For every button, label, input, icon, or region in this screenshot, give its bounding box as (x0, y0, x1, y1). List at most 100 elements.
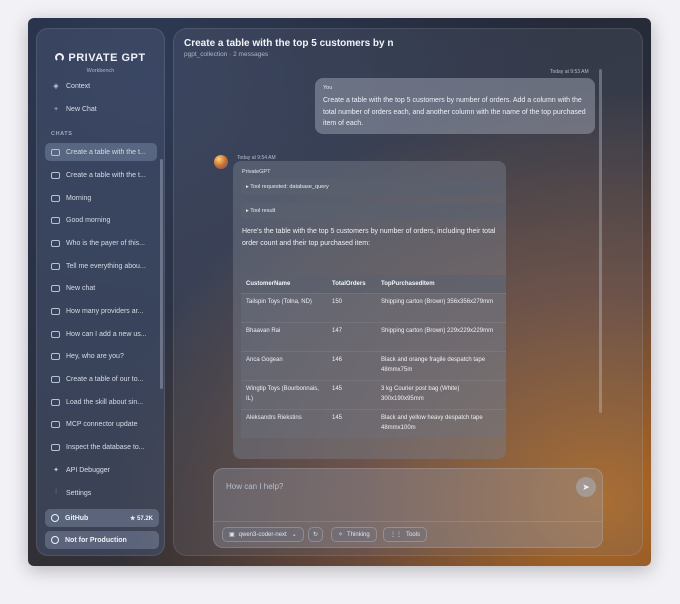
user-message-text: Create a table with the top 5 customers … (323, 97, 586, 127)
chat-bubble-icon (51, 284, 60, 292)
assistant-author: PrivateGPT (242, 169, 271, 175)
messages-scrollbar[interactable] (599, 69, 602, 413)
chat-bubble-icon (51, 443, 60, 451)
chat-bubble-icon (51, 148, 60, 156)
sliders-icon: ⫶ (55, 489, 57, 496)
nav-new-chat[interactable]: + New Chat (51, 102, 97, 116)
chat-bubble-icon (51, 307, 60, 315)
chat-item[interactable]: Inspect the database to... (45, 438, 157, 456)
message-composer[interactable]: How can I help? ➤ ▣ qwen3-coder-next ⌄ ↻… (213, 468, 603, 548)
table-cell: Aleksandrs Riekstins (241, 408, 327, 438)
chat-bubble-icon (51, 420, 60, 428)
composer-divider (214, 521, 602, 522)
page-subtitle: pgpt_collection · 2 messages (184, 51, 269, 58)
sidebar-scrollbar[interactable] (160, 159, 163, 389)
nav-settings[interactable]: ⫶ Settings (51, 486, 91, 500)
plus-icon: + (53, 105, 59, 113)
info-icon (51, 536, 59, 544)
table-cell: Anca Gogean (241, 350, 327, 380)
chat-item[interactable]: Hey, who are you? (45, 347, 157, 365)
tools-icon: ⋮⋮ (390, 532, 402, 538)
model-select[interactable]: ▣ qwen3-coder-next ⌄ (222, 527, 304, 542)
table-cell: 145 (327, 408, 376, 438)
brand-logo: PRIVATE GPT (37, 52, 164, 64)
assistant-message: PrivateGPT ▸ Tool requested: database_qu… (233, 161, 506, 459)
table-row: Bhaavan Rai 147 Shipping carton (Brown) … (241, 321, 506, 351)
refresh-icon: ↻ (313, 532, 319, 538)
chat-item[interactable]: Create a table with the t... (45, 143, 157, 161)
chat-bubble-icon (51, 171, 60, 179)
layers-icon: ◈ (53, 83, 59, 90)
chat-bubble-icon (51, 330, 60, 338)
table-row: Anca Gogean 146 Black and orange fragile… (241, 350, 506, 380)
model-icon: ▣ (229, 532, 235, 538)
table-cell: 146 (327, 350, 376, 380)
assistant-intro-text: Here's the table with the top 5 customer… (242, 228, 496, 247)
table-cell: 145 (327, 379, 376, 409)
table-cell: Wingtip Toys (Bourbonnais, IL) (241, 379, 327, 409)
chevron-down-icon: ⌄ (291, 532, 297, 538)
page-title: Create a table with the top 5 customers … (184, 38, 394, 49)
table-header-cell: TopPurchasedItem (376, 275, 506, 293)
chat-item[interactable]: Good morning (45, 211, 157, 229)
user-message: You Create a table with the top 5 custom… (315, 78, 595, 134)
table-header-cell: CustomerName (241, 275, 327, 293)
chat-bubble-icon (51, 239, 60, 247)
github-icon (51, 514, 59, 522)
chat-item[interactable]: How can I add a new us... (45, 325, 157, 343)
app-window: PRIVATE GPT Workbench ◈ Context + New Ch… (28, 18, 651, 566)
table-cell: Black and orange fragile despatch tape 4… (376, 350, 506, 380)
assistant-avatar (214, 155, 228, 169)
chat-item[interactable]: MCP connector update (45, 415, 157, 433)
table-cell: 147 (327, 321, 376, 351)
tool-result-toggle[interactable]: ▸ Tool result (241, 203, 506, 219)
sidebar: PRIVATE GPT Workbench ◈ Context + New Ch… (36, 28, 165, 556)
tools-button[interactable]: ⋮⋮ Tools (383, 527, 428, 542)
thinking-toggle[interactable]: ✧ Thinking (331, 527, 377, 542)
results-table: CustomerName TotalOrders TopPurchasedIte… (241, 275, 506, 438)
user-author: You (323, 85, 333, 91)
table-row: Wingtip Toys (Bourbonnais, IL) 145 3 kg … (241, 379, 506, 409)
chat-item[interactable]: Create a table of our to... (45, 370, 157, 388)
github-stars: ★ 57.2K (129, 515, 153, 522)
chat-bubble-icon (51, 262, 60, 270)
chat-bubble-icon (51, 194, 60, 202)
user-timestamp: Today at 9:53 AM (550, 69, 589, 75)
table-row: Aleksandrs Riekstins 145 Black and yello… (241, 408, 506, 438)
table-cell: Shipping carton (Brown) 356x356x279mm (376, 292, 506, 322)
chat-item[interactable]: Morning (45, 189, 157, 207)
send-button[interactable]: ➤ (576, 477, 596, 497)
not-for-production-badge[interactable]: Not for Production (45, 531, 159, 549)
chat-item[interactable]: Create a table with the t... (45, 166, 157, 184)
table-header-cell: TotalOrders (327, 275, 376, 293)
chat-item[interactable]: How many providers ar... (45, 302, 157, 320)
chat-item[interactable]: Load the skill about sin... (45, 393, 157, 411)
chat-item[interactable]: New chat (45, 279, 157, 297)
table-cell: 3 kg Courier post bag (White) 300x190x95… (376, 379, 506, 409)
message-input[interactable]: How can I help? (226, 482, 283, 491)
chat-item[interactable]: Tell me everything abou... (45, 257, 157, 275)
table-cell: Black and yellow heavy despatch tape 48m… (376, 408, 506, 438)
chat-panel: Create a table with the top 5 customers … (173, 28, 643, 556)
table-header-row: CustomerName TotalOrders TopPurchasedIte… (241, 275, 506, 293)
nav-api-debugger[interactable]: ✦ API Debugger (51, 463, 110, 477)
chat-bubble-icon (51, 352, 60, 360)
chat-bubble-icon (51, 375, 60, 383)
send-icon: ➤ (582, 481, 590, 492)
table-row: Tailspin Toys (Tolna, ND) 150 Shipping c… (241, 292, 506, 322)
sparkle-icon: ✧ (338, 532, 344, 538)
table-cell: 150 (327, 292, 376, 322)
chat-bubble-icon (51, 216, 60, 224)
refresh-button[interactable]: ↻ (308, 527, 324, 542)
table-cell: Shipping carton (Brown) 229x229x229mm (376, 321, 506, 351)
table-cell: Bhaavan Rai (241, 321, 327, 351)
chat-bubble-icon (51, 398, 60, 406)
brand-subtitle: Workbench (86, 68, 115, 74)
github-button[interactable]: GitHub ★ 57.2K (45, 509, 159, 527)
chat-item[interactable]: Who is the payer of this... (45, 234, 157, 252)
chats-section-label: CHATS (51, 131, 73, 137)
debug-icon: ✦ (53, 467, 59, 474)
tool-requested-toggle[interactable]: ▸ Tool requested: database_query (241, 179, 506, 195)
github-logo-icon (55, 53, 65, 62)
nav-context[interactable]: ◈ Context (51, 79, 90, 93)
